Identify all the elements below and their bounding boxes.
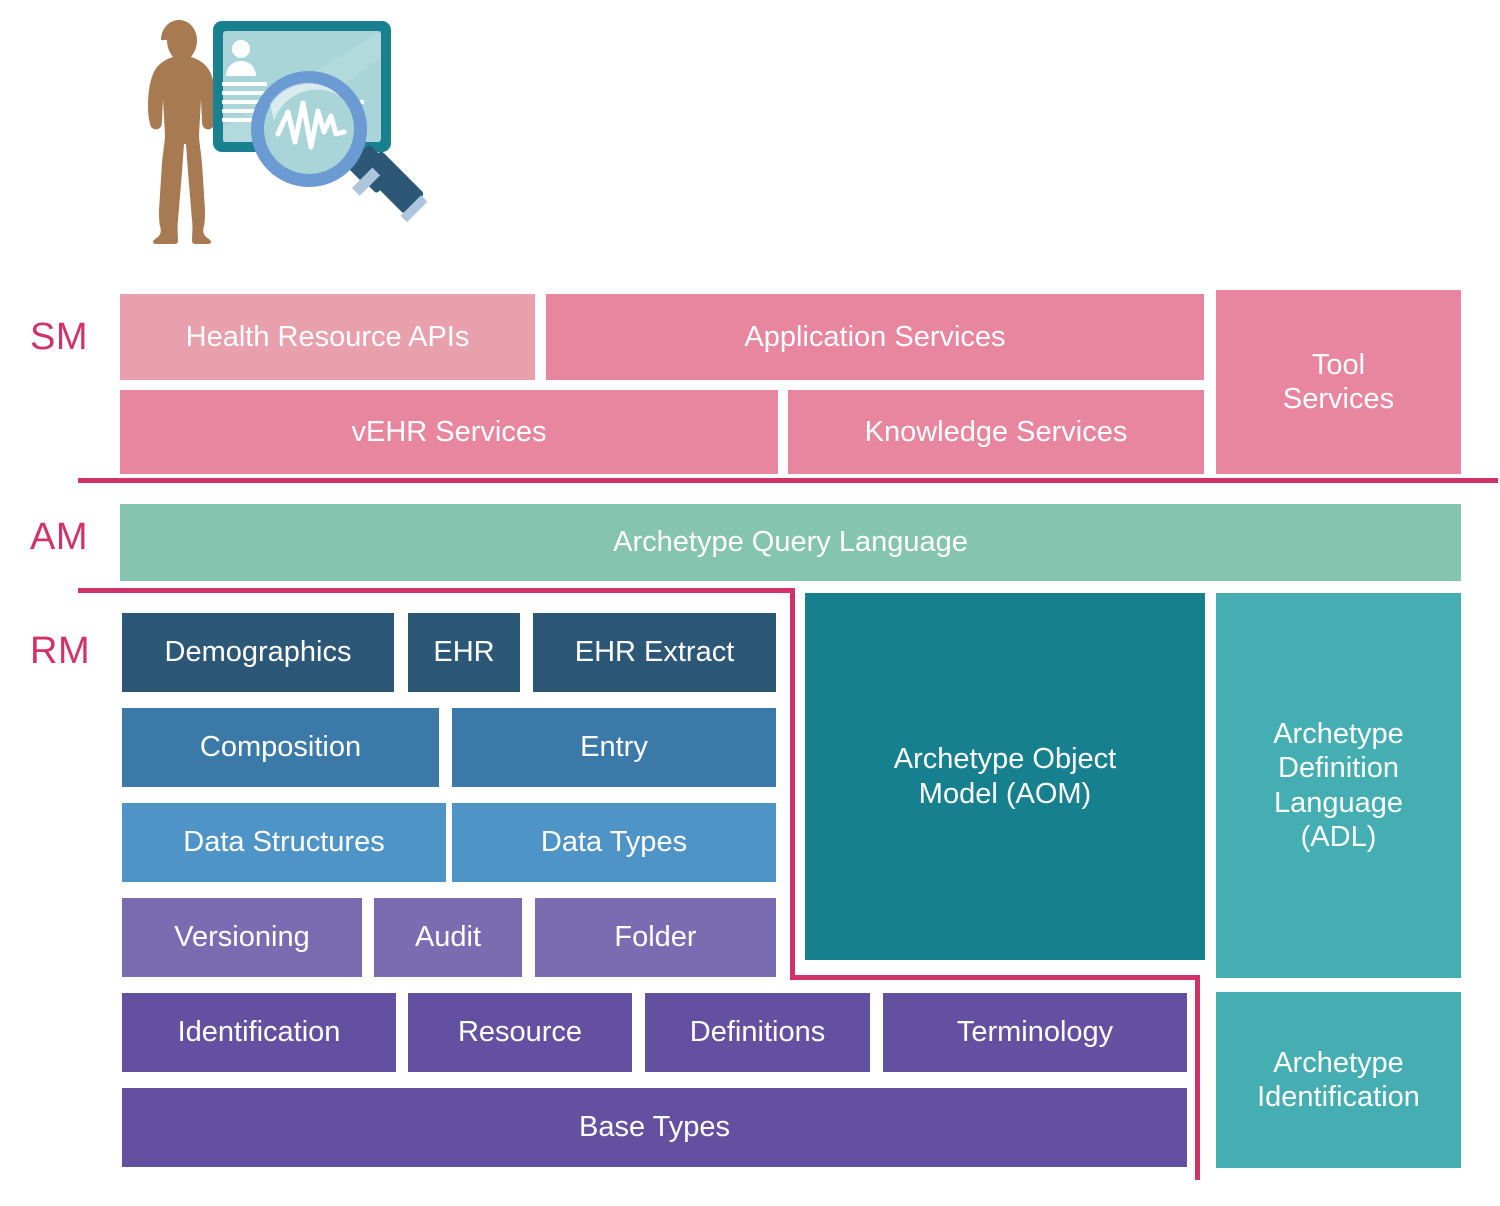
box-base-types[interactable]: Base Types [122, 1088, 1187, 1167]
box-terminology[interactable]: Terminology [883, 993, 1187, 1072]
box-application-services[interactable]: Application Services [546, 294, 1204, 380]
box-adl-line4: (ADL) [1300, 820, 1377, 853]
box-tool-services-line1: Tool [1311, 348, 1366, 381]
tier-label-sm: SM [30, 316, 88, 358]
box-knowledge-services[interactable]: Knowledge Services [788, 390, 1204, 474]
box-arch-id-line2: Identification [1257, 1081, 1420, 1113]
box-archetype-query-language[interactable]: Archetype Query Language [120, 504, 1461, 581]
box-ehr-extract[interactable]: EHR Extract [533, 613, 776, 692]
box-definitions[interactable]: Definitions [645, 993, 870, 1072]
box-aom-line1: Archetype Object [893, 743, 1117, 776]
box-adl-line3: Language [1273, 786, 1404, 819]
box-adl-line2: Definition [1278, 752, 1399, 785]
box-entry[interactable]: Entry [452, 708, 776, 787]
divider-am-rm [78, 588, 795, 593]
box-data-structures[interactable]: Data Structures [122, 803, 446, 882]
box-data-types[interactable]: Data Types [452, 803, 776, 882]
box-health-resource-apis[interactable]: Health Resource APIs [120, 294, 535, 380]
box-tool-services[interactable]: Tool Services [1216, 290, 1461, 474]
box-arch-id-line1: Archetype [1273, 1046, 1404, 1079]
box-tool-services-line2: Services [1282, 383, 1395, 415]
patient-record-search-illustration [100, 8, 460, 288]
box-composition[interactable]: Composition [122, 708, 439, 787]
box-vehr-services[interactable]: vEHR Services [120, 390, 778, 474]
human-figure-icon [148, 20, 216, 244]
box-versioning[interactable]: Versioning [122, 898, 362, 977]
tier-label-am: AM [30, 516, 88, 558]
box-archetype-definition-language[interactable]: Archetype Definition Language (ADL) [1216, 593, 1461, 978]
rm-bracket-horizontal-bottom [790, 975, 1200, 980]
rm-bracket-vertical-mid [790, 588, 795, 980]
box-archetype-object-model[interactable]: Archetype Object Model (AOM) [805, 593, 1205, 960]
box-audit[interactable]: Audit [374, 898, 522, 977]
box-resource[interactable]: Resource [408, 993, 632, 1072]
box-aom-line2: Model (AOM) [918, 777, 1092, 810]
rm-bracket-vertical-right [1195, 975, 1200, 1180]
box-adl-line1: Archetype [1273, 718, 1404, 751]
box-ehr[interactable]: EHR [408, 613, 520, 692]
tier-label-rm: RM [30, 630, 91, 672]
divider-sm-am [78, 478, 1498, 483]
box-demographics[interactable]: Demographics [122, 613, 394, 692]
diagram-canvas: SM AM RM Health Resource APIs Applicatio… [0, 0, 1500, 1206]
box-archetype-identification[interactable]: Archetype Identification [1216, 992, 1461, 1168]
box-identification[interactable]: Identification [122, 993, 396, 1072]
box-folder[interactable]: Folder [535, 898, 776, 977]
magnifier-icon [251, 71, 428, 223]
